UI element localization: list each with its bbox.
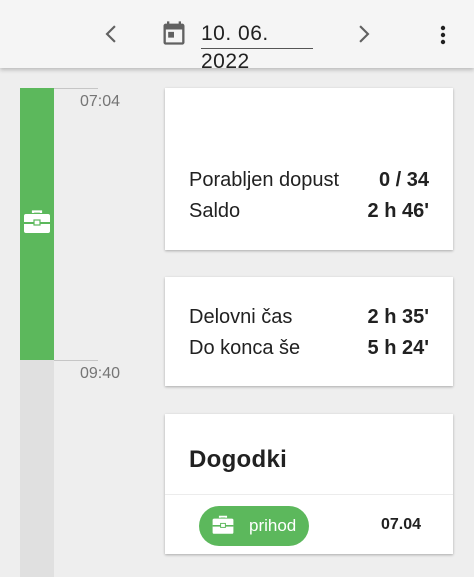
timeline-start-time: 07:04: [80, 93, 121, 110]
date-field[interactable]: 10. 06. 2022: [201, 20, 313, 73]
briefcase-icon: [212, 515, 234, 534]
calendar-icon[interactable]: [160, 19, 188, 47]
saldo-label: Saldo: [189, 200, 241, 222]
work-time-card[interactable]: Delovni čas 2 h 35' Do konca še 5 h 24': [165, 277, 453, 386]
work-time-value: 2 h 35': [367, 306, 429, 328]
event-chip-arrival[interactable]: prihod: [199, 506, 309, 546]
events-card: Dogodki prihod 07.04: [165, 414, 453, 554]
work-time-label: Delovni čas: [189, 306, 293, 328]
remaining-time-label: Do konca še: [189, 337, 301, 359]
work-time-row: Delovni čas 2 h 35': [189, 305, 429, 329]
event-time: 07.04: [380, 516, 421, 533]
briefcase-icon: [24, 210, 50, 233]
more-vert-icon: [440, 25, 446, 45]
divider: [165, 494, 453, 495]
timeline-end-marker: [54, 360, 98, 361]
chevron-right-icon: [359, 25, 370, 43]
used-vacation-row: Porabljen dopust 0 / 34: [189, 168, 429, 192]
event-label: prihod: [249, 516, 297, 535]
next-day-button[interactable]: [343, 14, 383, 54]
saldo-value: 2 h 46': [367, 200, 429, 222]
timeline-start-marker: [54, 88, 98, 89]
more-options-button[interactable]: [428, 20, 458, 50]
chevron-left-icon: [105, 25, 116, 43]
events-title: Dogodki: [189, 446, 288, 473]
saldo-row: Saldo 2 h 46': [189, 199, 429, 223]
timeline-end-time: 09:40: [80, 365, 121, 382]
timeline-empty-segment: [20, 360, 54, 577]
vacation-balance-card[interactable]: Porabljen dopust 0 / 34 Saldo 2 h 46': [165, 88, 453, 250]
used-vacation-value: 0 / 34: [378, 169, 429, 191]
top-app-bar: 10. 06. 2022: [0, 0, 474, 73]
remaining-time-row: Do konca še 5 h 24': [189, 336, 429, 360]
remaining-time-value: 5 h 24': [367, 337, 429, 359]
previous-day-button[interactable]: [92, 14, 132, 54]
used-vacation-label: Porabljen dopust: [189, 169, 340, 191]
date-text: 10. 06. 2022: [201, 22, 269, 73]
